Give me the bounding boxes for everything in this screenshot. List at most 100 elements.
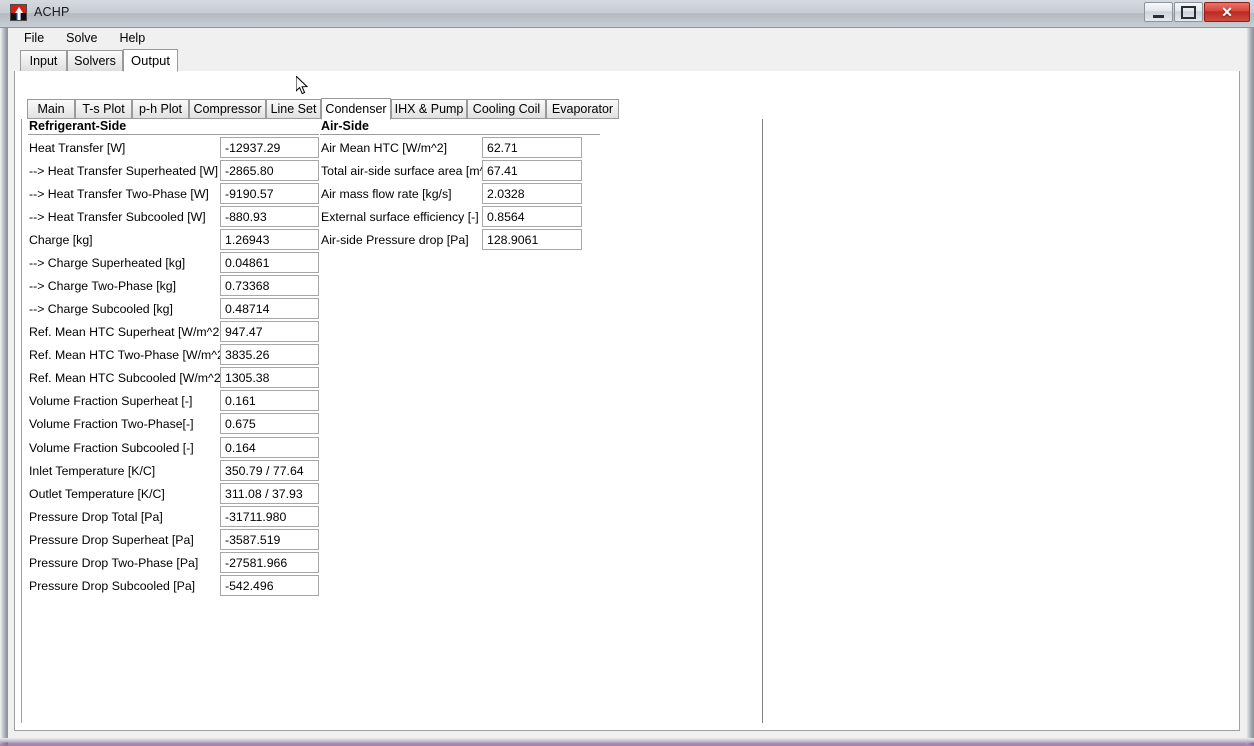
window-border-bottom	[0, 738, 1254, 746]
tab-cooling-coil[interactable]: Cooling Coil	[467, 99, 546, 119]
application-window: ACHP ✕ File Solve Help Input Solvers Outpu…	[0, 0, 1254, 746]
refrigerant-row-value[interactable]: -2865.80	[220, 160, 319, 181]
refrigerant-row-value[interactable]: 1.26943	[220, 229, 319, 250]
air-side-row-label: Air-side Pressure drop [Pa]	[321, 233, 469, 247]
refrigerant-row-value[interactable]: 0.04861	[220, 252, 319, 273]
tab-evaporator-label: Evaporator	[552, 102, 613, 116]
refrigerant-row-value[interactable]: 350.79 / 77.64	[220, 460, 319, 481]
refrigerant-row-value[interactable]: 0.161	[220, 390, 319, 411]
tab-solvers[interactable]: Solvers	[67, 50, 123, 71]
air-side-row-label: Total air-side surface area [m^2]	[321, 164, 496, 178]
refrigerant-row-label: Volume Fraction Superheat [-]	[29, 394, 192, 408]
client-area: File Solve Help Input Solvers Output Main T…	[8, 28, 1246, 738]
refrigerant-row-value[interactable]: 0.164	[220, 437, 319, 458]
tab-ts-plot-label: T-s Plot	[82, 102, 124, 116]
tab-compressor[interactable]: Compressor	[189, 99, 266, 119]
condenser-tab-page: Refrigerant-Side Air-Side Heat Transfer [W…	[21, 119, 1235, 723]
air-side-row-label: Air Mean HTC [W/m^2]	[321, 141, 447, 155]
tab-input[interactable]: Input	[20, 50, 67, 71]
menu-bar: File Solve Help	[8, 28, 1246, 49]
menu-help[interactable]: Help	[109, 29, 155, 48]
close-icon: ✕	[1221, 5, 1233, 19]
tab-output-label: Output	[131, 53, 170, 68]
tab-compressor-label: Compressor	[193, 102, 261, 116]
tab-main-label: Main	[37, 102, 64, 116]
tab-output[interactable]: Output	[123, 49, 178, 72]
air-side-row-value[interactable]: 2.0328	[482, 183, 582, 204]
refrigerant-row-label: --> Charge Two-Phase [kg]	[29, 279, 176, 293]
tab-condenser-label: Condenser	[325, 102, 386, 116]
minimize-button[interactable]	[1144, 2, 1173, 22]
refrigerant-row-value[interactable]: 947.47	[220, 321, 319, 342]
window-title: ACHP	[34, 5, 70, 19]
refrigerant-row-value[interactable]: -9190.57	[220, 183, 319, 204]
refrigerant-row-value[interactable]: -27581.966	[220, 552, 319, 573]
refrigerant-row-label: Inlet Temperature [K/C]	[29, 464, 155, 478]
air-side-heading-rule	[320, 134, 600, 135]
refrigerant-row-label: Pressure Drop Superheat [Pa]	[29, 533, 194, 547]
output-tab-page: Main T-s Plot p-h Plot Compressor Line Set Co…	[14, 71, 1240, 731]
tab-ph-plot-label: p-h Plot	[139, 102, 182, 116]
refrigerant-row-label: Pressure Drop Two-Phase [Pa]	[29, 556, 198, 570]
window-controls: ✕	[1143, 2, 1250, 24]
refrigerant-row-value[interactable]: 3835.26	[220, 344, 319, 365]
refrigerant-row-value[interactable]: -31711.980	[220, 506, 319, 527]
refrigerant-row-value[interactable]: -3587.519	[220, 529, 319, 550]
achp-app-icon	[10, 4, 27, 21]
title-bar: ACHP ✕	[0, 0, 1254, 28]
menu-solve[interactable]: Solve	[56, 29, 107, 48]
outer-tab-strip: Input Solvers Output	[14, 49, 1240, 71]
tab-input-label: Input	[30, 54, 58, 68]
refrigerant-row-value[interactable]: -880.93	[220, 206, 319, 227]
refrigerant-row-label: Outlet Temperature [K/C]	[29, 487, 165, 501]
tab-ihx-pump[interactable]: IHX & Pump	[391, 99, 467, 119]
refrigerant-row-value[interactable]: 0.73368	[220, 275, 319, 296]
refrigerant-row-label: --> Charge Superheated [kg]	[29, 256, 185, 270]
tab-ts-plot[interactable]: T-s Plot	[75, 99, 132, 119]
refrigerant-row-label: Volume Fraction Subcooled [-]	[29, 441, 194, 455]
close-button[interactable]: ✕	[1204, 2, 1250, 22]
maximize-button[interactable]	[1174, 2, 1203, 22]
tab-line-set-label: Line Set	[271, 102, 317, 116]
refrigerant-side-heading: Refrigerant-Side	[29, 119, 126, 133]
condenser-results-panel: Refrigerant-Side Air-Side Heat Transfer [W…	[22, 119, 763, 723]
tab-condenser[interactable]: Condenser	[321, 98, 391, 120]
tab-evaporator[interactable]: Evaporator	[546, 99, 619, 119]
refrigerant-row-label: Pressure Drop Total [Pa]	[29, 510, 163, 524]
refrigerant-row-label: Ref. Mean HTC Superheat [W/m^2-K]	[29, 325, 235, 339]
air-side-heading: Air-Side	[321, 119, 369, 133]
refrigerant-row-label: Charge [kg]	[29, 233, 93, 247]
refrigerant-row-label: --> Heat Transfer Superheated [W]	[29, 164, 218, 178]
refrigerant-row-value[interactable]: 0.675	[220, 413, 319, 434]
refrigerant-row-label: --> Heat Transfer Subcooled [W]	[29, 210, 206, 224]
air-side-row-label: Air mass flow rate [kg/s]	[321, 187, 452, 201]
tab-ihx-pump-label: IHX & Pump	[395, 102, 464, 116]
refrigerant-row-value[interactable]: 311.08 / 37.93	[220, 483, 319, 504]
refrigerant-row-value[interactable]: -542.496	[220, 575, 319, 596]
air-side-row-value[interactable]: 62.71	[482, 137, 582, 158]
refrigerant-row-value[interactable]: -12937.29	[220, 137, 319, 158]
refrigerant-side-heading-rule	[28, 134, 319, 135]
refrigerant-row-label: Pressure Drop Subcooled [Pa]	[29, 579, 195, 593]
refrigerant-row-label: Volume Fraction Two-Phase[-]	[29, 417, 194, 431]
window-border-right	[1246, 28, 1254, 746]
inner-tab-strip: Main T-s Plot p-h Plot Compressor Line Set Co…	[21, 98, 1235, 119]
refrigerant-row-value[interactable]: 0.48714	[220, 298, 319, 319]
tab-cooling-coil-label: Cooling Coil	[473, 102, 540, 116]
refrigerant-row-value[interactable]: 1305.38	[220, 367, 319, 388]
window-border-left	[0, 28, 8, 746]
menu-file[interactable]: File	[14, 29, 54, 48]
refrigerant-row-label: Heat Transfer [W]	[29, 141, 125, 155]
refrigerant-row-label: Ref. Mean HTC Subcooled [W/m^2-K]	[29, 371, 236, 385]
tab-line-set[interactable]: Line Set	[266, 99, 321, 119]
tab-solvers-label: Solvers	[74, 54, 116, 68]
refrigerant-row-label: --> Charge Subcooled [kg]	[29, 302, 173, 316]
tab-ph-plot[interactable]: p-h Plot	[132, 99, 189, 119]
air-side-row-value[interactable]: 0.8564	[482, 206, 582, 227]
tab-main[interactable]: Main	[27, 99, 75, 119]
air-side-row-label: External surface efficiency [-]	[321, 210, 479, 224]
air-side-row-value[interactable]: 128.9061	[482, 229, 582, 250]
refrigerant-row-label: --> Heat Transfer Two-Phase [W]	[29, 187, 209, 201]
air-side-row-value[interactable]: 67.41	[482, 160, 582, 181]
refrigerant-row-label: Ref. Mean HTC Two-Phase [W/m^2-K]	[29, 348, 240, 362]
